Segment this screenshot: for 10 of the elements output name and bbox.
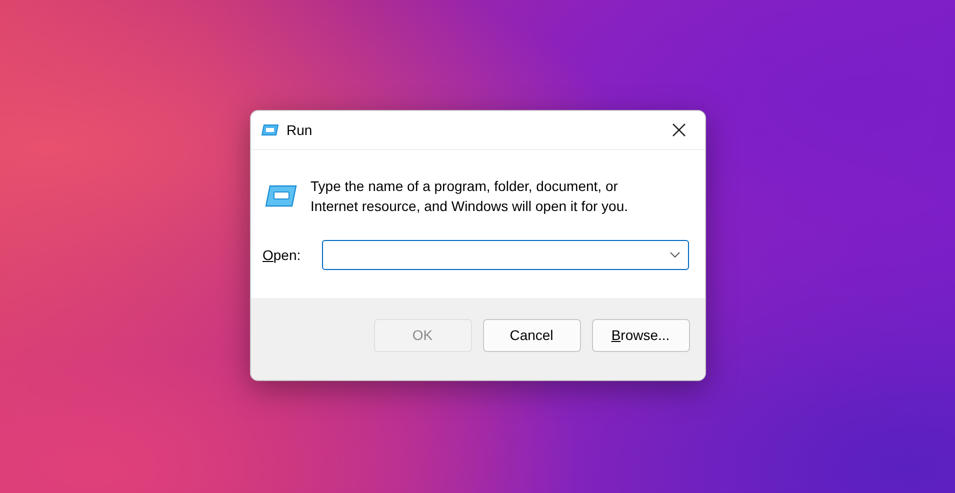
chevron-down-icon [670, 252, 680, 258]
dialog-button[interactable]: Cancel [482, 318, 580, 352]
close-icon [672, 123, 686, 137]
open-label: Open: [262, 247, 302, 263]
open-combobox[interactable] [322, 240, 688, 270]
dialog-button[interactable]: Browse... [592, 318, 690, 352]
run-app-icon [262, 184, 296, 208]
window-title: Run [286, 122, 314, 138]
instruction-text: Type the name of a program, folder, document, or Internet resource, and Windows will open it for you. [310, 177, 629, 216]
run-app-icon [260, 124, 278, 136]
